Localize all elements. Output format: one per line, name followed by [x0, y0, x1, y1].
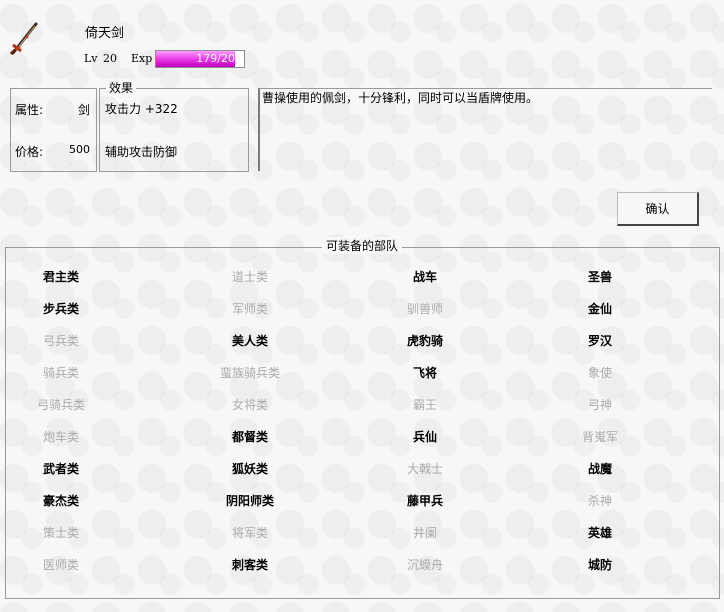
- unit-type-item: 象使: [587, 366, 612, 380]
- unit-type-item: 医师类: [42, 558, 79, 572]
- unit-type-item: 炮车类: [42, 430, 79, 444]
- unit-type-item: 大戟士: [406, 462, 443, 476]
- exp-label: Exp: [131, 52, 153, 65]
- unit-type-item: 弓兵类: [42, 334, 79, 348]
- attribute-type-label: 属性:: [15, 103, 44, 117]
- unit-type-item: 背嵬军: [581, 430, 618, 444]
- confirm-button[interactable]: 确认: [617, 192, 699, 226]
- unit-type-item: 罗汉: [587, 334, 612, 348]
- item-name: 倚天剑: [85, 26, 125, 41]
- unit-type-item: 战车: [412, 270, 437, 284]
- unit-type-item: 豪杰类: [42, 494, 79, 508]
- exp-progress-bar: 179/200: [155, 50, 245, 68]
- unit-type-item: 井阑: [412, 526, 437, 540]
- unit-type-item: 霸王: [412, 398, 437, 412]
- unit-type-item: 城防: [587, 558, 612, 572]
- unit-type-item: 金仙: [587, 302, 612, 316]
- unit-type-item: 骑兵类: [42, 366, 79, 380]
- unit-type-item: 女将类: [231, 398, 268, 412]
- unit-type-item: 驯兽师: [406, 302, 443, 316]
- unit-type-item: 武者类: [42, 462, 79, 476]
- attribute-type-value: 剑: [77, 103, 90, 117]
- sword-icon: [9, 20, 41, 56]
- unit-type-item: 军师类: [231, 302, 268, 316]
- level-label: Lv: [84, 52, 98, 65]
- equippable-units-title: 可装备的部队: [322, 237, 403, 254]
- unit-type-item: 阴阳师类: [225, 494, 274, 508]
- unit-type-item: 杀神: [587, 494, 612, 508]
- unit-type-item: 步兵类: [42, 302, 79, 316]
- effect-title: 效果: [106, 79, 137, 96]
- unit-type-item: 道士类: [231, 270, 268, 284]
- unit-type-item: 弓神: [587, 398, 612, 412]
- item-description: 曹操使用的佩剑，十分锋利，同时可以当盾牌使用。: [262, 91, 539, 105]
- unit-type-item: 美人类: [231, 334, 268, 348]
- attribute-price-label: 价格:: [15, 145, 44, 159]
- unit-type-item: 英雄: [587, 526, 612, 540]
- unit-type-item: 飞将: [412, 366, 437, 380]
- unit-type-item: 虎豹骑: [406, 334, 443, 348]
- unit-type-item: 圣兽: [587, 270, 612, 284]
- unit-type-item: 兵仙: [412, 430, 437, 444]
- unit-type-item: 沉蟆舟: [406, 558, 443, 572]
- unit-type-item: 君主类: [42, 270, 79, 284]
- unit-type-item: 蛮族骑兵类: [219, 366, 280, 380]
- effect-attack-bonus: 攻击力 +322: [105, 102, 178, 116]
- unit-type-item: 都督类: [231, 430, 268, 444]
- exp-progress-text: 179/200: [196, 52, 242, 65]
- unit-type-item: 藤甲兵: [406, 494, 443, 508]
- unit-type-item: 狐妖类: [231, 462, 268, 476]
- unit-type-item: 战魔: [587, 462, 612, 476]
- attribute-price-value: 500: [69, 143, 90, 156]
- unit-type-item: 弓骑兵类: [36, 398, 85, 412]
- level-value: 20: [103, 52, 117, 65]
- effect-description: 辅助攻击防御: [105, 145, 178, 159]
- unit-type-item: 策士类: [42, 526, 79, 540]
- unit-type-item: 将军类: [231, 526, 268, 540]
- unit-type-item: 刺客类: [231, 558, 268, 572]
- attributes-panel: 属性: 剑 价格: 500: [10, 88, 97, 172]
